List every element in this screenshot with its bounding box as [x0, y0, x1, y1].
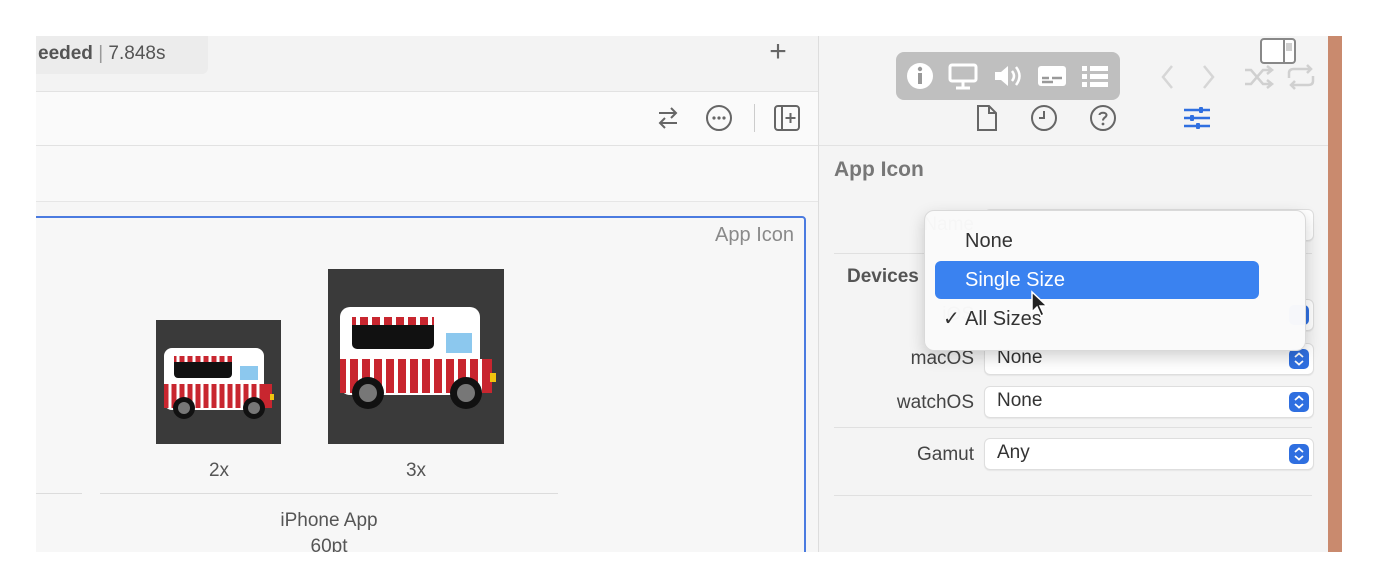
mouse-cursor-icon: [1031, 290, 1049, 318]
jump-bar: [36, 146, 818, 202]
status-separator: |: [98, 43, 104, 64]
slot-scale-label: 3x: [405, 460, 427, 481]
icon-group-size: 60pt: [310, 536, 348, 552]
group-rule: [100, 493, 558, 494]
toolbar-divider: [754, 104, 755, 132]
asset-editor: eeded | 7.848s + App Icon 2x 3x iPhone A…: [36, 36, 818, 552]
info-icon[interactable]: [905, 61, 935, 91]
icon-slot-3x[interactable]: [328, 269, 504, 444]
build-status[interactable]: eeded | 7.848s: [36, 36, 208, 74]
shuffle-icon[interactable]: [1243, 62, 1275, 92]
menu-item-single-size[interactable]: Single Size: [935, 261, 1259, 299]
checkmark-icon: ✓: [943, 308, 960, 330]
history-inspector-icon[interactable]: [1030, 104, 1058, 132]
window-edge: [1328, 36, 1342, 552]
playlist-icon[interactable]: [1080, 61, 1110, 91]
icon-set-label: App Icon: [715, 224, 794, 246]
macos-label: macOS: [910, 348, 974, 369]
add-editor-icon[interactable]: [773, 104, 801, 132]
popup-stepper-icon: [1289, 392, 1309, 412]
asset-canvas: App Icon 2x 3x iPhone App 60pt: [36, 202, 818, 552]
watchos-value: None: [997, 390, 1043, 411]
more-options-icon[interactable]: [704, 103, 734, 133]
name-dropdown-menu: None Single Size ✓ All Sizes: [924, 210, 1306, 351]
group-rule-left: [36, 493, 82, 494]
help-inspector-icon[interactable]: [1089, 104, 1117, 132]
section-divider: [834, 427, 1312, 428]
devices-title: Devices: [847, 266, 919, 287]
attributes-inspector-icon[interactable]: [1182, 103, 1212, 133]
icon-slot-2x[interactable]: [156, 320, 281, 444]
previous-icon[interactable]: [1158, 62, 1178, 92]
icon-group-name: iPhone App: [280, 510, 378, 531]
video-controls-overlay: [896, 52, 1120, 100]
menu-item-none[interactable]: None: [935, 222, 1259, 260]
inspector-tabs: [819, 92, 1328, 146]
file-inspector-icon[interactable]: [975, 104, 999, 132]
swap-arrows-icon[interactable]: [654, 104, 682, 132]
section-divider: [834, 495, 1312, 496]
watchos-popup[interactable]: None: [984, 386, 1314, 418]
menu-item-label: None: [965, 230, 1013, 252]
gamut-label: Gamut: [916, 444, 974, 465]
editor-toolbar: [36, 92, 818, 146]
food-truck-image: [164, 348, 274, 419]
add-tab-button[interactable]: +: [766, 36, 790, 72]
food-truck-image: [340, 307, 496, 409]
gamut-value: Any: [997, 442, 1030, 463]
inspector-section-title: App Icon: [834, 158, 924, 181]
gamut-popup[interactable]: Any: [984, 438, 1314, 470]
repeat-icon[interactable]: [1285, 62, 1317, 92]
watchos-label: watchOS: [896, 392, 974, 413]
next-icon[interactable]: [1198, 62, 1218, 92]
build-time: 7.848s: [108, 43, 166, 64]
volume-icon[interactable]: [992, 61, 1024, 91]
app-icon-set[interactable]: App Icon 2x 3x iPhone App 60pt: [36, 216, 806, 552]
sidebar-toggle-icon[interactable]: [1258, 36, 1298, 66]
popup-stepper-icon: [1289, 444, 1309, 464]
slot-scale-label: 2x: [208, 460, 230, 481]
build-status-text: eeded: [38, 43, 93, 64]
tab-bar: eeded | 7.848s +: [36, 36, 818, 92]
menu-item-all-sizes[interactable]: ✓ All Sizes: [935, 300, 1259, 338]
captions-icon[interactable]: [1037, 61, 1067, 91]
screen-icon[interactable]: [948, 61, 978, 91]
popup-stepper-icon: [1289, 349, 1309, 369]
menu-item-label: Single Size: [965, 269, 1066, 291]
